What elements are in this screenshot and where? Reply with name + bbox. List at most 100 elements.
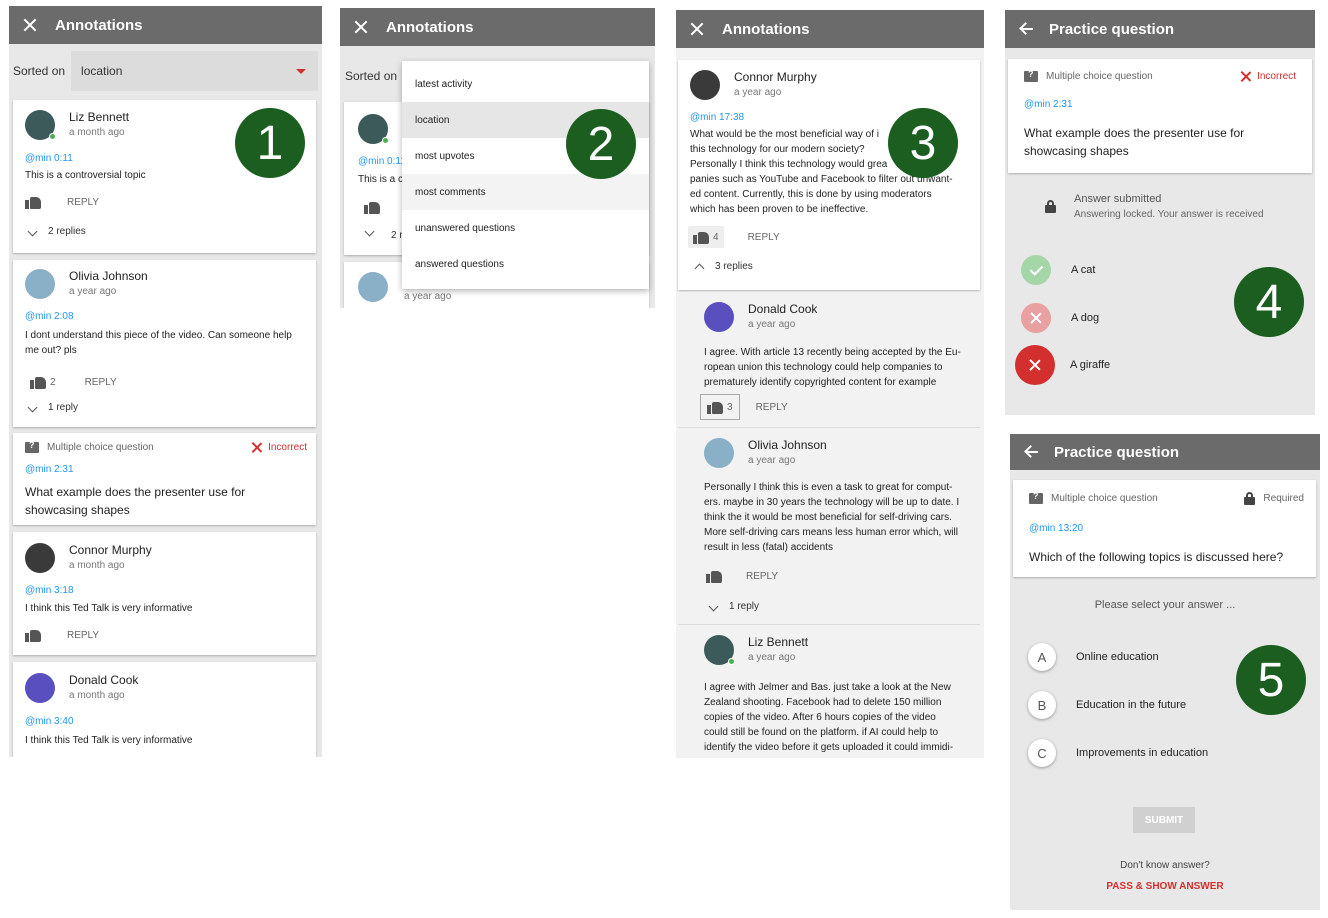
online-dot-icon <box>728 658 735 665</box>
close-icon[interactable] <box>354 20 368 34</box>
answer-option-a[interactable]: A Online education <box>1028 643 1159 671</box>
comment-user: Liz Bennett a year ago <box>704 635 808 665</box>
reply-button[interactable]: REPLY <box>756 402 788 413</box>
pass-show-answer-button[interactable]: PASS & SHOW ANSWER <box>1010 881 1320 892</box>
question-text: What example does the presenter use for … <box>25 485 246 517</box>
time-ago: a year ago <box>404 291 452 302</box>
reply-button[interactable]: REPLY <box>67 630 99 641</box>
video-timestamp[interactable]: @min 2:31 <box>1024 99 1073 110</box>
user-name[interactable]: Connor Murphy <box>734 70 817 84</box>
answer-option: A cat <box>1021 255 1095 285</box>
upvote-button[interactable]: 4 <box>688 226 724 248</box>
video-timestamp[interactable]: @min 17:38 <box>690 112 744 123</box>
video-timestamp[interactable]: @min 2:08 <box>25 311 74 322</box>
thumbs-up-icon <box>693 230 709 244</box>
sort-option-unanswered-questions[interactable]: unanswered questions <box>402 210 649 246</box>
submitted-title: Answer submitted <box>1074 193 1162 205</box>
back-arrow-icon[interactable] <box>1019 22 1033 36</box>
header: Annotations <box>340 8 655 46</box>
question-header: Multiple choice question Incorrect <box>25 440 307 453</box>
thumbs-up-icon[interactable] <box>25 628 41 642</box>
option-text: A giraffe <box>1070 359 1111 371</box>
comment-actions: 2 REPLY <box>25 371 117 393</box>
user-name[interactable]: Olivia Johnson <box>748 438 827 452</box>
user-name[interactable]: Liz Bennett <box>69 110 129 124</box>
lock-icon <box>1045 200 1056 213</box>
answer-locked-info: Answer submitted Answering locked. Your … <box>1045 193 1264 220</box>
time-ago: a month ago <box>69 690 125 701</box>
sort-option-most-comments[interactable]: most comments <box>402 174 649 210</box>
replies-count: 1 reply <box>729 601 760 612</box>
upvote-button[interactable]: 3 <box>700 394 740 420</box>
time-ago: a year ago <box>748 652 796 663</box>
close-icon[interactable] <box>690 22 704 36</box>
option-text: A cat <box>1071 264 1096 276</box>
user-name[interactable]: Liz Bennett <box>748 635 808 649</box>
header: Annotations <box>676 10 984 48</box>
sort-option-latest-activity[interactable]: latest activity <box>402 66 649 102</box>
user-name[interactable]: Donald Cook <box>748 302 817 316</box>
upvote-button[interactable]: 2 <box>25 371 61 393</box>
chevron-up-icon <box>694 263 705 274</box>
avatar[interactable] <box>25 543 55 573</box>
question-text: What example does the presenter use for … <box>1024 126 1245 158</box>
comment-user: Connor Murphy a month ago <box>25 543 152 573</box>
comment-line: More self-driving cars means less human … <box>704 527 958 538</box>
video-timestamp[interactable]: @min 3:40 <box>25 716 74 727</box>
comment-user: Connor Murphy a year ago <box>690 70 817 100</box>
user-name[interactable]: Donald Cook <box>69 673 138 687</box>
submit-button[interactable]: SUBMIT <box>1133 807 1195 833</box>
user-name[interactable]: Connor Murphy <box>69 543 152 557</box>
comment-text: This is a controversial topic <box>25 170 146 181</box>
reply-button[interactable]: REPLY <box>67 197 99 208</box>
required-badge: Required <box>1244 492 1304 505</box>
answer-option-b[interactable]: B Education in the future <box>1028 691 1186 719</box>
avatar[interactable] <box>704 302 734 332</box>
comment-card: Olivia Johnson a year ago @min 2:08 I do… <box>13 260 316 427</box>
header: Practice question <box>1005 10 1315 48</box>
video-timestamp[interactable]: @min 2:31 <box>25 464 74 475</box>
question-type: Multiple choice question <box>1051 493 1158 504</box>
reply-button[interactable]: REPLY <box>746 571 778 582</box>
thumbs-up-icon[interactable] <box>25 195 41 209</box>
comment-line: copies of the video. After 6 hours copie… <box>704 712 936 723</box>
close-icon[interactable] <box>23 18 37 32</box>
video-timestamp[interactable]: @min 0:11 <box>25 153 73 164</box>
video-timestamp[interactable]: @min 13:20 <box>1029 523 1083 534</box>
sort-select[interactable]: location <box>71 51 318 91</box>
comment-actions: 3 REPLY <box>700 394 788 420</box>
thumbs-up-icon[interactable] <box>706 569 722 583</box>
back-arrow-icon[interactable] <box>1024 445 1038 459</box>
avatar[interactable] <box>25 673 55 703</box>
replies-toggle[interactable]: 1 reply <box>708 601 760 612</box>
avatar[interactable] <box>25 110 56 140</box>
video-timestamp: @min 0:11 <box>358 156 406 167</box>
answer-option-c[interactable]: C Improvements in education <box>1028 739 1208 767</box>
header-title: Practice question <box>1054 443 1180 461</box>
comment-line: I agree. With article 13 recently being … <box>704 347 961 358</box>
reply-button[interactable]: REPLY <box>85 377 117 388</box>
option-marker <box>1015 345 1055 385</box>
status-badge: Incorrect <box>251 442 307 453</box>
dont-know-text: Don't know answer? <box>1120 860 1210 871</box>
comment-card: Donald Cook a month ago @min 3:40 I thin… <box>13 662 316 757</box>
status-text: Incorrect <box>268 442 307 453</box>
online-dot-icon <box>382 137 389 144</box>
avatar[interactable] <box>25 269 55 299</box>
header-title: Annotations <box>55 16 143 34</box>
replies-toggle[interactable]: 3 replies <box>694 261 753 274</box>
avatar[interactable] <box>690 70 720 100</box>
reply-button[interactable]: REPLY <box>748 232 780 243</box>
sort-bar: Sorted on location <box>9 44 322 98</box>
avatar[interactable] <box>704 635 735 665</box>
avatar[interactable] <box>704 438 734 468</box>
replies-toggle[interactable]: 1 reply <box>27 402 78 413</box>
time-ago: a year ago <box>748 455 796 466</box>
online-dot-icon <box>49 133 56 140</box>
sort-option-answered-questions[interactable]: answered questions <box>402 246 649 282</box>
video-timestamp[interactable]: @min 3:18 <box>25 585 74 596</box>
replies-toggle[interactable]: 2 replies <box>27 226 86 237</box>
sort-label: Sorted on <box>345 69 398 83</box>
question-card[interactable]: Multiple choice question Incorrect @min … <box>13 433 316 525</box>
user-name[interactable]: Olivia Johnson <box>69 269 148 283</box>
